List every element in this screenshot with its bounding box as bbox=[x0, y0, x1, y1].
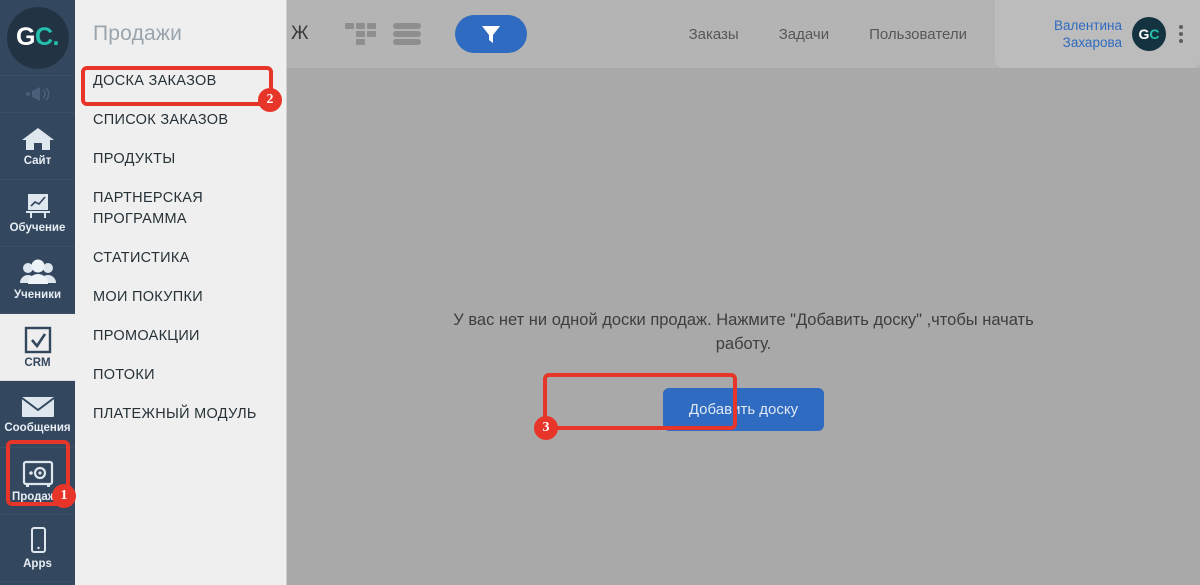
rail-item-obuchenie[interactable]: Обучение bbox=[0, 180, 75, 247]
top-header-bar: Ж Заказы Задачи Пользователи Валентина З… bbox=[287, 0, 1200, 68]
kebab-menu-icon[interactable] bbox=[1176, 21, 1186, 47]
rail-item-apps[interactable]: Apps bbox=[0, 515, 75, 582]
logo-circle: G C. bbox=[6, 6, 69, 69]
avatar-initial-secondary: C bbox=[1149, 26, 1160, 42]
annotation-badge-3: 3 bbox=[534, 416, 558, 440]
nav-item-zakazy[interactable]: Заказы bbox=[689, 26, 739, 43]
flyout-item-platezhnyy-modul[interactable]: ПЛАТЕЖНЫЙ МОДУЛЬ bbox=[75, 395, 286, 434]
rail-item-ucheniki[interactable]: Ученики bbox=[0, 247, 75, 314]
mobile-phone-icon bbox=[30, 526, 46, 553]
empty-state-message: У вас нет ни одной доски продаж. Нажмите… bbox=[453, 311, 1034, 353]
rail-label: Ученики bbox=[13, 288, 62, 301]
app-logo[interactable]: G C. bbox=[0, 0, 75, 76]
rail-label: Сайт bbox=[23, 154, 52, 167]
megaphone-icon bbox=[25, 87, 50, 101]
rail-label: Обучение bbox=[9, 221, 66, 234]
flyout-item-spisok-zakazov[interactable]: СПИСОК ЗАКАЗОВ bbox=[75, 101, 286, 140]
add-board-wrapper: Добавить доску bbox=[662, 388, 825, 431]
presentation-chart-icon bbox=[25, 193, 50, 218]
flyout-item-potoki[interactable]: ПОТОКИ bbox=[75, 356, 286, 395]
logo-text-primary: G bbox=[16, 23, 35, 51]
flyout-item-statistika[interactable]: СТАТИСТИКА bbox=[75, 239, 286, 278]
flyout-item-promoakcii[interactable]: ПРОМОАКЦИИ bbox=[75, 317, 286, 356]
nav-item-zadachi[interactable]: Задачи bbox=[779, 26, 829, 43]
add-board-button[interactable]: Добавить доску bbox=[662, 388, 825, 431]
header-nav: Заказы Задачи Пользователи bbox=[689, 26, 967, 43]
breadcrumb: Ж bbox=[291, 23, 309, 44]
rail-label: Сообщения bbox=[4, 421, 71, 434]
flyout-item-produkty[interactable]: ПРОДУКТЫ bbox=[75, 140, 286, 179]
avatar[interactable]: GC bbox=[1132, 17, 1166, 51]
list-view-icon[interactable] bbox=[393, 23, 421, 45]
view-switcher bbox=[345, 23, 421, 45]
users-icon bbox=[19, 259, 56, 284]
rail-item-crm[interactable]: CRM bbox=[0, 314, 75, 381]
rail-item-sait[interactable]: Сайт bbox=[0, 113, 75, 180]
envelope-icon bbox=[20, 396, 55, 417]
user-name[interactable]: Валентина Захарова bbox=[1054, 17, 1122, 51]
flyout-item-doska-zakazov[interactable]: ДОСКА ЗАКАЗОВ bbox=[75, 62, 286, 101]
sales-submenu-panel: Продажи ДОСКА ЗАКАЗОВ СПИСОК ЗАКАЗОВ ПРО… bbox=[75, 0, 287, 585]
rail-label: CRM bbox=[24, 356, 51, 369]
submenu-title: Продажи bbox=[93, 22, 183, 45]
home-icon bbox=[21, 127, 54, 150]
flyout-item-moi-pokupki[interactable]: МОИ ПОКУПКИ bbox=[75, 278, 286, 317]
funnel-filter-icon bbox=[482, 26, 500, 43]
nav-item-polzovateli[interactable]: Пользователи bbox=[869, 26, 967, 43]
flyout-item-partnerskaya-programma[interactable]: ПАРТНЕРСКАЯ ПРОГРАММА bbox=[75, 179, 286, 239]
kanban-board-icon[interactable] bbox=[345, 23, 376, 45]
rail-label: Apps bbox=[23, 557, 52, 570]
avatar-initial-primary: G bbox=[1138, 26, 1150, 42]
main-content-area: У вас нет ни одной доски продаж. Нажмите… bbox=[287, 68, 1200, 585]
checkbox-check-icon bbox=[24, 326, 51, 353]
submenu-list: ДОСКА ЗАКАЗОВ СПИСОК ЗАКАЗОВ ПРОДУКТЫ ПА… bbox=[75, 62, 286, 434]
safe-box-icon bbox=[22, 460, 53, 487]
annotation-badge-1: 1 bbox=[52, 484, 76, 508]
annotation-badge-2: 2 bbox=[258, 88, 282, 112]
rail-item-soobshcheniya[interactable]: Сообщения bbox=[0, 381, 75, 448]
filter-button[interactable] bbox=[455, 15, 527, 53]
user-first-name: Валентина bbox=[1053, 18, 1122, 33]
logo-text-secondary: C. bbox=[34, 23, 60, 51]
megaphone-announcements-button[interactable] bbox=[0, 76, 75, 113]
application-root: G C. Сайт Обучение Ученики CRM Сообщения… bbox=[0, 0, 1200, 585]
user-last-name: Захарова bbox=[1062, 35, 1122, 50]
user-area: Валентина Захарова GC bbox=[995, 0, 1200, 68]
